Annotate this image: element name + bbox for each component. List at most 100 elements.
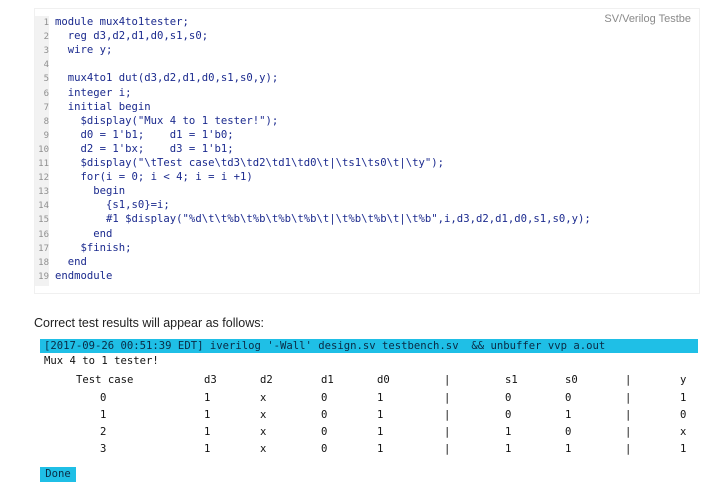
table-header-cell: | [625, 374, 632, 386]
table-cell: 1 [505, 443, 512, 455]
table-cell: | [625, 443, 632, 455]
code-text: {s1,s0}=i; [55, 199, 170, 212]
code-line: 5 mux4to1 dut(d3,d2,d1,d0,s1,s0,y); [35, 72, 279, 85]
code-text: module mux4to1tester; [55, 16, 189, 28]
line-number: 10 [38, 144, 49, 155]
table-cell: | [625, 409, 632, 421]
table-cell: | [444, 409, 451, 421]
table-cell: | [444, 426, 451, 438]
table-cell: 1 [505, 426, 512, 438]
code-text: $finish; [55, 241, 132, 254]
table-header-cell: | [444, 374, 451, 386]
line-number: 8 [43, 116, 49, 127]
code-text: reg d3,d2,d1,d0,s1,s0; [55, 30, 209, 43]
code-line: 3 wire y; [35, 44, 113, 57]
table-cell: 1 [204, 409, 211, 421]
done-badge: Done [40, 467, 76, 482]
table-cell: x [260, 392, 267, 404]
line-number: 6 [43, 88, 49, 99]
code-text: d2 = 1'bx; d3 = 1'b1; [55, 142, 234, 155]
code-line: 2 reg d3,d2,d1,d0,s1,s0; [35, 30, 209, 43]
table-cell: 0 [680, 409, 687, 421]
line-number: 12 [38, 173, 49, 184]
table-cell: 1 [100, 409, 107, 421]
code-text: mux4to1 dut(d3,d2,d1,d0,s1,s0,y); [55, 72, 279, 85]
table-cell: 1 [377, 409, 384, 421]
table-cell: 1 [377, 443, 384, 455]
table-cell: x [680, 426, 687, 438]
table-cell: 1 [204, 443, 211, 455]
code-text: integer i; [55, 86, 132, 99]
line-number: 2 [43, 32, 49, 43]
table-cell: | [444, 392, 451, 404]
results-note: Correct test results will appear as foll… [34, 316, 264, 330]
table-cell: 0 [565, 426, 572, 438]
code-line: 6 integer i; [35, 87, 132, 100]
command-bar: [2017-09-26 00:51:39 EDT] iverilog '-Wal… [40, 339, 698, 353]
table-header-cell: y [680, 374, 687, 386]
table-cell: x [260, 409, 267, 421]
table-cell: 0 [321, 426, 328, 438]
table-header-cell: d2 [260, 374, 273, 386]
code-text: d0 = 1'b1; d1 = 1'b0; [55, 128, 234, 141]
code-line: 9 d0 = 1'b1; d1 = 1'b0; [35, 129, 234, 142]
table-cell: 1 [377, 426, 384, 438]
table-cell: 1 [377, 392, 384, 404]
table-header-cell: d1 [321, 374, 334, 386]
line-number: 15 [38, 215, 49, 226]
table-cell: 0 [505, 409, 512, 421]
code-text: begin [55, 185, 126, 198]
code-text: endmodule [55, 269, 113, 282]
code-text: #1 $display("%d\t\t%b\t%b\t%b\t%b\t|\t%b… [55, 213, 591, 226]
table-cell: 2 [100, 426, 107, 438]
code-line: 12 for(i = 0; i < 4; i = i +1) [35, 171, 253, 184]
table-header-cell: d3 [204, 374, 217, 386]
table-cell: 0 [321, 409, 328, 421]
code-text: end [55, 227, 113, 240]
table-cell: | [625, 392, 632, 404]
code-line: 11 $display("\tTest case\td3\td2\td1\td0… [35, 157, 444, 170]
line-number: 13 [38, 187, 49, 198]
code-line: 10 d2 = 1'bx; d3 = 1'b1; [35, 142, 234, 156]
console-output: [2017-09-26 00:51:39 EDT] iverilog '-Wal… [40, 339, 698, 486]
line-number: 17 [38, 243, 49, 254]
code-line: 15 #1 $display("%d\t\t%b\t%b\t%b\t%b\t|\… [35, 213, 591, 226]
table-cell: 3 [100, 443, 107, 455]
line-number: 3 [43, 46, 49, 57]
table-header-cell: s0 [565, 374, 578, 386]
code-line: 14 {s1,s0}=i; [35, 199, 170, 212]
table-cell: 1 [680, 392, 687, 404]
code-line: 19 endmodule [35, 270, 112, 283]
table-cell: 1 [680, 443, 687, 455]
code-line: 8 $display("Mux 4 to 1 tester!"); [35, 114, 279, 128]
table-cell: 0 [321, 392, 328, 404]
language-label: SV/Verilog Testbe [604, 13, 691, 25]
table-cell: x [260, 443, 267, 455]
code-editor[interactable]: SV/Verilog Testbe 1 module mux4to1tester;… [34, 8, 700, 294]
code-text: wire y; [55, 44, 113, 57]
table-header-cell: s1 [505, 374, 518, 386]
table-cell: | [444, 443, 451, 455]
line-number: 7 [43, 102, 49, 113]
code-line: 18 end [35, 256, 87, 269]
table-cell: 0 [505, 392, 512, 404]
code-line: 1 module mux4to1tester; [35, 16, 189, 29]
line-number: 18 [38, 257, 49, 268]
table-cell: 0 [565, 392, 572, 404]
line-number: 4 [43, 60, 49, 71]
table-cell: 0 [100, 392, 107, 404]
line-number: 11 [38, 159, 49, 169]
table-cell: 1 [204, 392, 211, 404]
line-number: 14 [38, 201, 49, 212]
line-number: 1 [43, 18, 49, 28]
table-cell: | [625, 426, 632, 438]
code-text: $display("Mux 4 to 1 tester!"); [55, 114, 279, 127]
line-number: 16 [38, 229, 49, 240]
line-number: 9 [43, 130, 49, 141]
console-banner: Mux 4 to 1 tester! [44, 355, 159, 367]
table-header-cell: Test case [76, 374, 134, 386]
table-header-cell: d0 [377, 374, 390, 386]
code-text: initial begin [55, 100, 151, 113]
table-cell: 1 [204, 426, 211, 438]
code-line: 4 [35, 58, 55, 71]
